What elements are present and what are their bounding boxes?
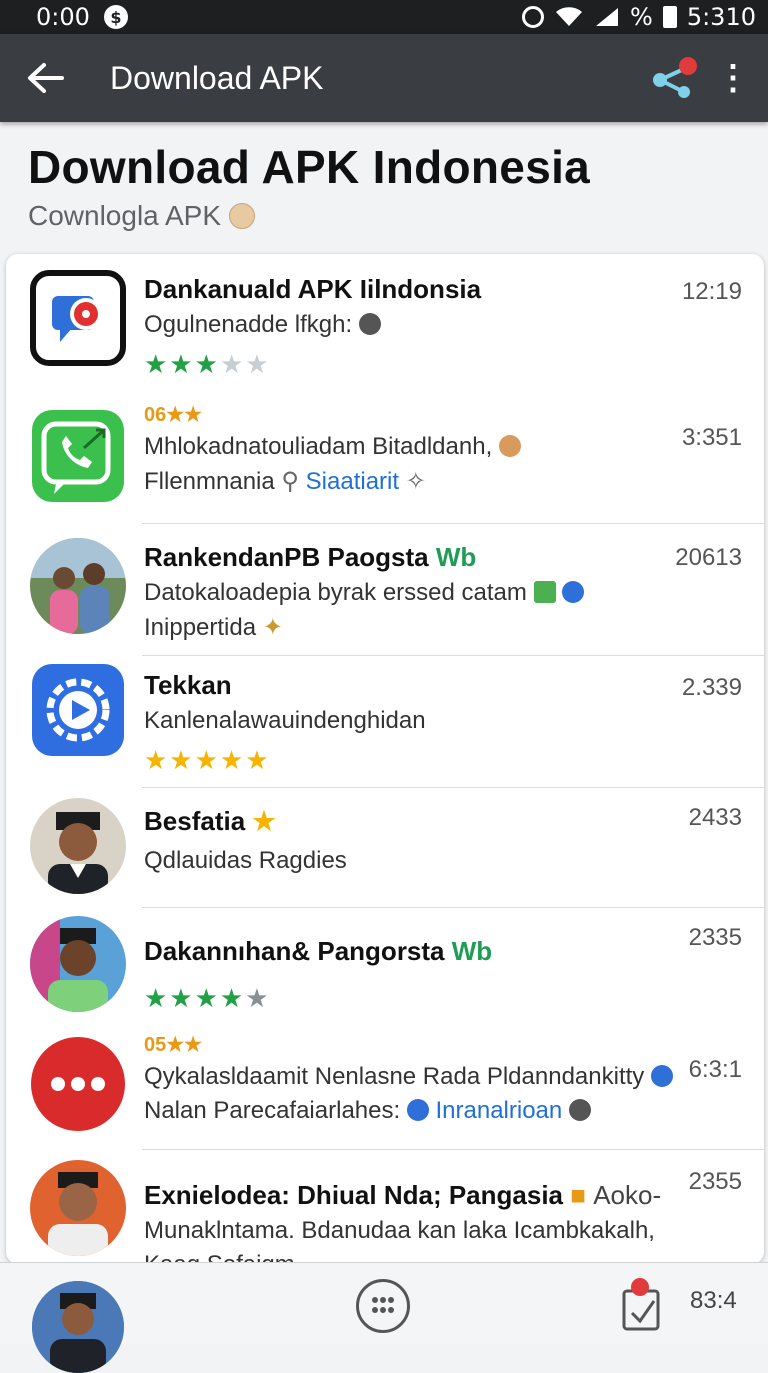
app-list: Dankanuald APK Iilndonsia Ogulnenadde lf… [6,254,764,1264]
item-title: Exnielodea: Dhiual Nda; Pangasia ■ Aoko- [144,1180,662,1210]
item-time: 3:351 [681,424,742,451]
signal-icon [596,8,619,26]
list-item[interactable]: RankendanPB Paogsta Wb Datokaloadepia by… [6,526,764,656]
page-header: Download APK Indonesia Cownlogla APK [28,140,590,232]
list-item[interactable]: Tekkan Kanlenalawauindenghidan ★★★★★ 2.3… [6,656,764,788]
status-bar: 0:00 $ % 5:310 [0,0,768,34]
rating-badge: 06★★ [144,404,203,426]
item-time: 12:19 [681,278,742,305]
more-dots-app-icon [30,1036,126,1132]
item-description: Mhlokadnatouliadam Bitadldanh, [144,433,674,461]
pin-icon: ⚲ [281,468,299,495]
divider [142,523,764,524]
wifi-icon [556,7,583,26]
smile-emoji-icon [229,203,256,229]
item-title: Dakannıhan& Pangorsta Wb [144,936,493,966]
item-description: Datokaloadepia byrak erssed catam [144,579,674,607]
rating-badge: 05★★ [144,1034,203,1056]
star-rating: ★★★★★ [144,745,271,775]
item-title: Tekkan [144,670,232,700]
app-store-icon [650,1065,673,1087]
man-orange-photo-avatar [30,1160,126,1256]
item-meta: Nalan Parecafaiarlahes: Inranalrioan [144,1097,740,1125]
item-tag: Wb [451,936,493,966]
emoji-icon [498,435,521,457]
sparkle-icon: ✦ [262,614,283,641]
app-bar-title: Download APK [110,59,324,96]
share-icon[interactable] [650,54,698,102]
coin-icon: $ [103,5,128,29]
battery-icon [662,6,677,28]
item-time: 2335 [688,924,742,951]
item-title: RankendanPB Paogsta Wb [144,542,477,572]
item-meta: Inippertida ✦ [144,614,283,641]
item-time: 2.339 [681,674,742,701]
globe-icon [568,1099,591,1121]
divider [142,1149,764,1150]
apps-grid-button[interactable] [356,1279,410,1333]
item-time: 6:3:1 [688,1056,742,1083]
globe-icon [562,581,585,603]
phone-app-icon [30,408,126,504]
alarm-icon [522,6,545,28]
item-tag: Wb [435,542,477,572]
item-description: Kanlenalawauindenghidan [144,707,426,734]
bag-icon: ■ [570,1180,586,1210]
item-description: Qykalasldaamit Nenlasne Rada Pldanndanki… [144,1063,740,1091]
item-description: Ogulnenadde lfkgh: [144,311,674,339]
item-link[interactable]: Inranalrioan [436,1097,563,1124]
item-time: 20613 [675,544,742,571]
page-subtitle: Cownlogla APK [28,200,590,232]
gift-icon [533,581,556,603]
list-item[interactable]: 05★★ Qykalasldaamit Nenlasne Rada Pldann… [6,1024,764,1150]
chat-app-icon [30,270,126,366]
list-item[interactable]: Exnielodea: Dhiual Nda; Pangasia ■ Aoko-… [6,1152,764,1264]
list-item[interactable]: Dankanuald APK Iilndonsia Ogulnenadde lf… [6,268,764,392]
item-time: 2355 [688,1168,742,1195]
item-title: Besfatia ★ [144,806,276,836]
item-meta: Fllenmnania ⚲ Siaatiarit ✧ [144,468,426,495]
video-settings-app-icon [30,662,126,758]
item-description: Munaklntama. Bdanudaa kan laka Icambkaka… [144,1217,655,1244]
bottom-count: 83:4 [690,1287,737,1314]
item-description: Qdlauidas Ragdies [144,847,347,874]
status-time-right: 5:310 [686,3,756,31]
more-options-icon[interactable]: ⋮ [698,58,768,98]
star-sparkle-icon: ✧ [405,468,426,495]
back-arrow-icon[interactable] [0,62,90,94]
page-subtitle-text: Cownlogla APK [28,200,222,231]
battery-percent: % [630,3,653,31]
globe-icon [358,313,381,335]
list-item[interactable]: Dakannıhan& Pangorsta Wb ★★★★★ 2335 [6,908,764,1028]
list-item[interactable]: 06★★ Mhlokadnatouliadam Bitadldanh, Flle… [6,396,764,524]
app-bar: Download APK ⋮ [0,34,768,122]
couple-photo-avatar [30,538,126,634]
star-icon: ★ [252,806,276,836]
item-time: 2433 [688,804,742,831]
item-title: Dankanuald APK Iilndonsia [144,274,482,304]
star-rating: ★★★★★ [144,349,271,379]
bottom-bar: 83:4 [0,1262,768,1373]
item-link[interactable]: Siaatiarit [306,468,399,495]
list-item[interactable]: Besfatia ★ Qdlauidas Ragdies 2433 [6,788,764,908]
profile-avatar[interactable] [32,1281,124,1373]
app-store-icon [406,1099,429,1121]
status-time-left: 0:00 [36,3,90,31]
man-cap-photo-avatar [30,916,126,1012]
star-rating: ★★★★★ [144,983,271,1013]
item-title-extra: Aoko- [593,1180,662,1210]
man-photo-avatar [30,798,126,894]
page-title: Download APK Indonesia [28,141,591,193]
clipboard-icon[interactable] [620,1277,664,1333]
